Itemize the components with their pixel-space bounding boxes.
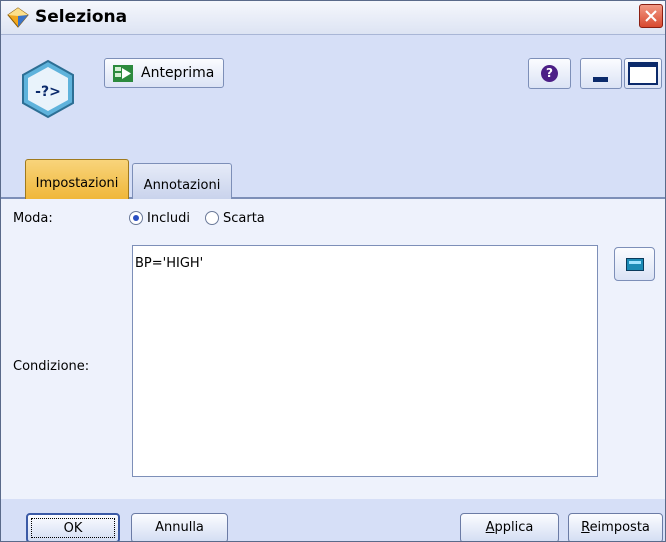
calculator-icon xyxy=(626,258,644,271)
tab-annotations[interactable]: Annotazioni xyxy=(132,163,232,199)
preview-label: Anteprima xyxy=(141,65,215,81)
apply-label: pplica xyxy=(494,520,534,535)
apply-mnemonic: A xyxy=(485,520,495,535)
settings-panel: Moda: Includi Scarta Condizione: BP='HIG… xyxy=(1,199,665,499)
close-icon xyxy=(645,10,657,22)
help-button[interactable]: ? xyxy=(528,58,571,89)
apply-button[interactable]: Applica xyxy=(460,513,559,541)
maximize-button[interactable] xyxy=(624,58,662,89)
minimize-icon xyxy=(593,77,608,82)
reset-label: eimposta xyxy=(589,520,650,535)
button-bar: OK Annulla Applica Reimposta xyxy=(1,499,665,541)
cancel-button[interactable]: Annulla xyxy=(131,513,228,541)
preview-icon xyxy=(113,65,133,82)
include-radio-label[interactable]: Includi xyxy=(147,211,190,226)
close-button[interactable] xyxy=(639,4,663,28)
minimize-button[interactable] xyxy=(580,58,622,89)
window-title: Seleziona xyxy=(35,7,128,27)
discard-radio-label[interactable]: Scarta xyxy=(223,211,265,226)
ok-button[interactable]: OK xyxy=(26,513,120,541)
condition-textarea[interactable]: BP='HIGH' xyxy=(132,245,598,477)
dialog-window: Seleziona -?> Anteprima ? Impostazioni A… xyxy=(0,0,666,542)
node-diamond-icon xyxy=(7,7,29,28)
include-radio[interactable] xyxy=(129,211,143,225)
tab-bar: Impostazioni Annotazioni xyxy=(1,145,665,199)
toolbar-area: -?> Anteprima ? xyxy=(1,35,665,145)
title-bar[interactable]: Seleziona xyxy=(1,1,665,35)
focus-ring xyxy=(31,518,115,538)
maximize-icon xyxy=(628,62,658,85)
node-symbol: -?> xyxy=(35,84,61,100)
tab-settings[interactable]: Impostazioni xyxy=(25,159,129,199)
discard-radio[interactable] xyxy=(205,211,219,225)
select-node-icon: -?> xyxy=(22,59,74,119)
mode-label: Moda: xyxy=(13,211,53,226)
reset-mnemonic: R xyxy=(581,520,590,535)
radio-selected-dot xyxy=(133,215,139,221)
preview-button[interactable]: Anteprima xyxy=(104,58,224,88)
help-icon: ? xyxy=(541,65,558,82)
condition-label: Condizione: xyxy=(13,359,90,374)
reset-button[interactable]: Reimposta xyxy=(568,513,663,541)
expression-builder-button[interactable] xyxy=(614,247,655,281)
cancel-label: Annulla xyxy=(155,520,204,535)
